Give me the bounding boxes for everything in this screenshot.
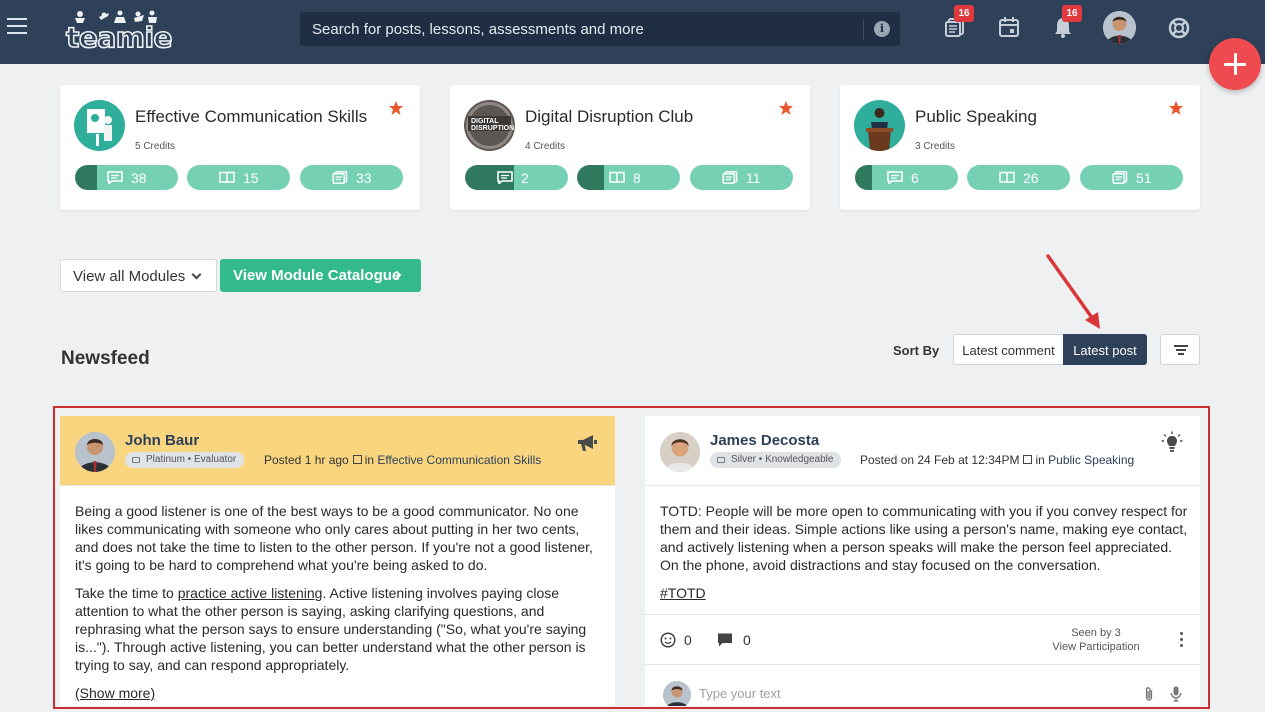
plus-icon[interactable] (1209, 38, 1261, 90)
sort-latest-post-button[interactable]: Latest post (1063, 334, 1147, 365)
annotation-highlight (53, 406, 1210, 709)
user-avatar[interactable] (1103, 11, 1136, 44)
bell-icon[interactable]: 16 (1052, 5, 1082, 40)
posts-icon[interactable]: 16 (944, 5, 974, 40)
module-card[interactable]: Public Speaking 3 Credits 6 26 51 (840, 85, 1200, 210)
module-thumbnail: DIGITAL DISRUPTION (464, 100, 515, 151)
info-icon[interactable]: i (874, 21, 890, 37)
posts-stat[interactable]: 6 (855, 165, 958, 190)
posts-count: 2 (521, 170, 529, 186)
comment-icon (107, 171, 123, 184)
notifications-badge: 16 (1062, 5, 1082, 22)
assessments-count: 51 (1136, 170, 1152, 186)
view-all-modules-dropdown[interactable]: View all Modules (60, 259, 217, 292)
assessments-count: 11 (746, 170, 761, 186)
star-icon[interactable] (778, 100, 794, 116)
book-icon (999, 171, 1015, 184)
lessons-stat[interactable]: 15 (187, 165, 290, 190)
sort-latest-comment-button[interactable]: Latest comment (953, 334, 1064, 365)
filter-button[interactable] (1160, 334, 1200, 365)
assessments-stat[interactable]: 51 (1080, 165, 1183, 190)
view-module-catalogue-button[interactable]: View Module Catalogue (220, 259, 421, 292)
module-title[interactable]: Effective Communication Skills (135, 107, 367, 127)
module-thumbnail (74, 100, 125, 151)
assessment-icon (332, 171, 348, 184)
posts-stat[interactable]: 2 (465, 165, 568, 190)
view-all-modules-label: View all Modules (73, 268, 186, 285)
book-icon (609, 171, 625, 184)
lessons-count: 26 (1023, 170, 1039, 186)
comment-icon (887, 171, 903, 184)
newsfeed-heading: Newsfeed (61, 348, 150, 369)
module-credits: 4 Credits (525, 141, 566, 152)
module-credits: 5 Credits (135, 141, 176, 152)
module-thumbnail (854, 100, 905, 151)
assessments-stat[interactable]: 11 (690, 165, 793, 190)
sort-latest-comment-label: Latest comment (962, 343, 1055, 358)
menu-icon[interactable] (7, 18, 27, 34)
lessons-count: 8 (633, 170, 641, 186)
top-navigation-bar: teamie Search for posts, lessons, assess… (0, 0, 1265, 64)
search-input[interactable]: Search for posts, lessons, assessments a… (300, 12, 900, 46)
posts-badge: 16 (954, 5, 974, 22)
search-placeholder: Search for posts, lessons, assessments a… (312, 21, 644, 38)
assessment-icon (1112, 171, 1128, 184)
lessons-stat[interactable]: 8 (577, 165, 680, 190)
comment-icon (497, 171, 513, 184)
sort-by-label: Sort By (893, 343, 940, 358)
module-title[interactable]: Digital Disruption Club (525, 107, 693, 127)
book-icon (219, 171, 235, 184)
help-lifebuoy-icon[interactable] (1168, 17, 1190, 41)
posts-count: 6 (911, 170, 919, 186)
annotation-arrow (1046, 254, 1100, 329)
assessments-count: 33 (356, 170, 372, 186)
sort-latest-post-label: Latest post (1073, 343, 1137, 358)
module-thumbnail-text: DIGITAL DISRUPTION (471, 118, 515, 132)
posts-stat[interactable]: 38 (75, 165, 178, 190)
assessment-icon (722, 171, 738, 184)
search-divider (863, 18, 864, 40)
module-card[interactable]: DIGITAL DISRUPTION Digital Disruption Cl… (450, 85, 810, 210)
chevron-down-icon (191, 269, 202, 280)
lessons-stat[interactable]: 26 (967, 165, 1070, 190)
module-card[interactable]: Effective Communication Skills 5 Credits… (60, 85, 420, 210)
lessons-count: 15 (243, 170, 259, 186)
posts-count: 38 (131, 170, 147, 186)
logo-text: teamie (65, 20, 173, 55)
star-icon[interactable] (388, 100, 404, 116)
module-title[interactable]: Public Speaking (915, 107, 1037, 127)
app-logo[interactable]: teamie (65, 9, 173, 55)
assessments-stat[interactable]: 33 (300, 165, 403, 190)
calendar-icon[interactable] (998, 16, 1020, 40)
view-module-catalogue-label: View Module Catalogue (233, 267, 401, 284)
star-icon[interactable] (1168, 100, 1184, 116)
module-credits: 3 Credits (915, 141, 956, 152)
